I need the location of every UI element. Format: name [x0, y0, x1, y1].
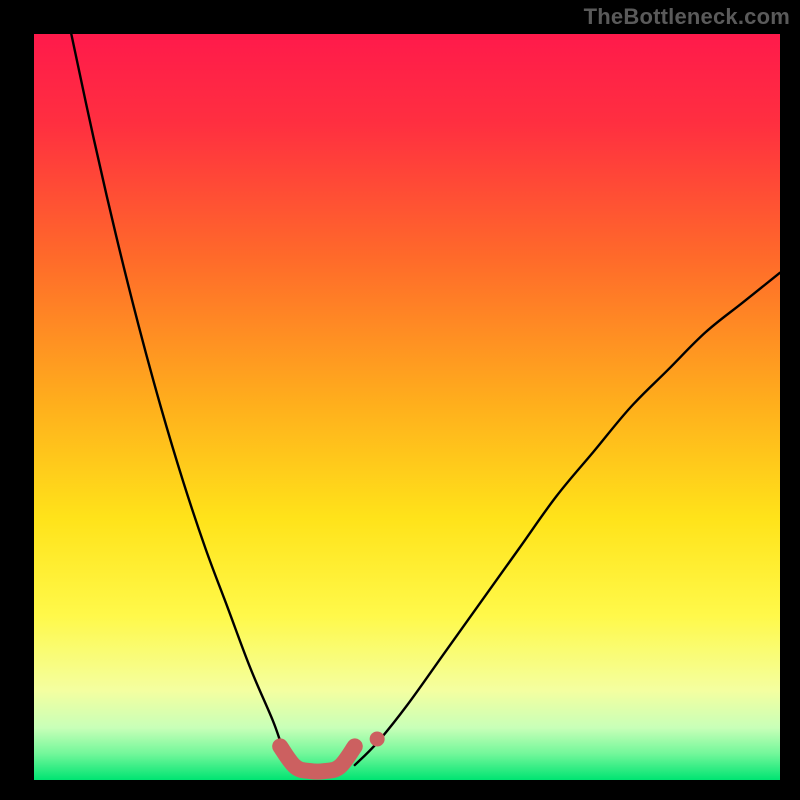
- chart-frame: TheBottleneck.com: [0, 0, 800, 800]
- plot-background: [34, 34, 780, 780]
- bottleneck-chart: [0, 0, 800, 800]
- trough-marker-dot: [370, 731, 385, 746]
- watermark-text: TheBottleneck.com: [584, 4, 790, 30]
